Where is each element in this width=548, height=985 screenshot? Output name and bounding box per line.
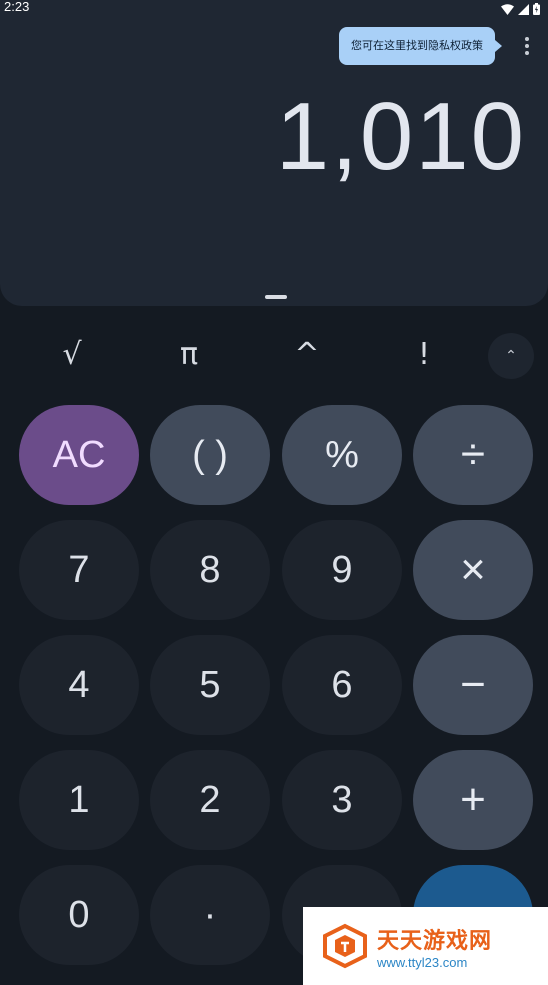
digit-2-button[interactable]: 2 — [150, 750, 270, 850]
watermark: 天天游戏网 www.ttyl23.com — [303, 907, 548, 985]
wifi-icon — [501, 0, 514, 19]
digit-4-button[interactable]: 4 — [19, 635, 139, 735]
divide-button[interactable]: ÷ — [413, 405, 533, 505]
digit-5-button[interactable]: 5 — [150, 635, 270, 735]
digit-7-button[interactable]: 7 — [19, 520, 139, 620]
digit-6-button[interactable]: 6 — [282, 635, 402, 735]
multiply-button[interactable]: × — [413, 520, 533, 620]
tooltip-arrow-icon — [495, 40, 502, 52]
percent-button[interactable]: % — [282, 405, 402, 505]
battery-icon — [533, 0, 540, 19]
result-display: 1,010 — [275, 83, 526, 190]
digit-0-button[interactable]: 0 — [19, 865, 139, 965]
chevron-up-icon[interactable]: ⌃ — [488, 333, 534, 379]
digit-1-button[interactable]: 1 — [19, 750, 139, 850]
parentheses-button[interactable]: ( ) — [150, 405, 270, 505]
digit-3-button[interactable]: 3 — [282, 750, 402, 850]
privacy-tooltip[interactable]: 您可在这里找到隐私权政策 — [339, 27, 502, 65]
minus-button[interactable]: − — [413, 635, 533, 735]
scientific-row: √ π ^ ! — [0, 330, 548, 380]
cell-signal-icon — [518, 0, 529, 19]
factorial-button[interactable]: ! — [394, 330, 454, 380]
watermark-logo-icon — [323, 923, 367, 969]
power-button[interactable]: ^ — [277, 330, 337, 380]
status-time: 2:23 — [4, 0, 30, 14]
status-icons — [501, 0, 540, 19]
drag-handle[interactable] — [265, 295, 287, 299]
plus-button[interactable]: + — [413, 750, 533, 850]
privacy-tooltip-text: 您可在这里找到隐私权政策 — [351, 39, 483, 52]
digit-9-button[interactable]: 9 — [282, 520, 402, 620]
more-vert-icon[interactable] — [516, 34, 538, 58]
clear-button[interactable]: AC — [19, 405, 139, 505]
pi-button[interactable]: π — [159, 330, 219, 380]
display-panel: 您可在这里找到隐私权政策 1,010 — [0, 0, 548, 306]
decimal-button[interactable]: · — [150, 865, 270, 965]
watermark-title: 天天游戏网 — [377, 928, 493, 954]
digit-8-button[interactable]: 8 — [150, 520, 270, 620]
sqrt-button[interactable]: √ — [42, 330, 102, 380]
calculator-screen: 您可在这里找到隐私权政策 1,010 2:23 √ π ^ ! ⌃ AC ( )… — [0, 0, 548, 985]
status-bar: 2:23 — [0, 0, 548, 15]
watermark-url: www.ttyl23.com — [377, 954, 468, 970]
